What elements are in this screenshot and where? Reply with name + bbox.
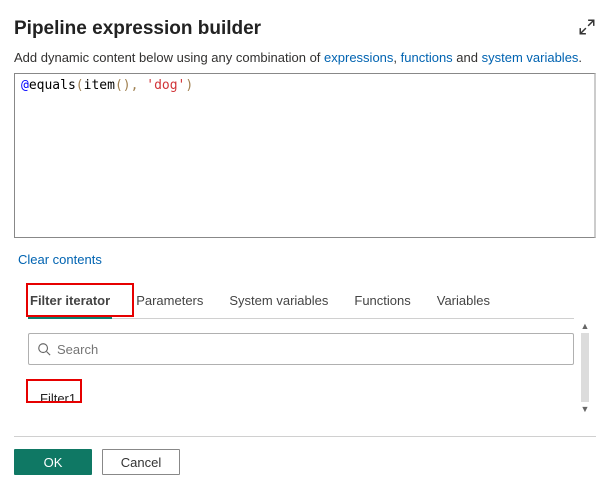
hint-prefix: Add dynamic content below using any comb…: [14, 50, 324, 65]
expression-editor[interactable]: @equals(item(), 'dog'): [14, 73, 596, 238]
hint-end: .: [578, 50, 582, 65]
expand-icon[interactable]: [578, 18, 596, 36]
link-system-variables[interactable]: system variables: [482, 50, 579, 65]
tab-filter-iterator[interactable]: Filter iterator: [28, 285, 112, 318]
filter-item-filter1[interactable]: Filter1: [32, 387, 84, 410]
link-expressions[interactable]: expressions: [324, 50, 393, 65]
scrollbar[interactable]: ▲ ▼: [578, 321, 592, 414]
tab-variables[interactable]: Variables: [435, 285, 492, 318]
search-box[interactable]: [28, 333, 574, 365]
code-line: @equals(item(), 'dog'): [21, 78, 588, 93]
clear-contents-link[interactable]: Clear contents: [18, 252, 102, 267]
search-input[interactable]: [57, 342, 565, 357]
tab-functions[interactable]: Functions: [352, 285, 412, 318]
page-title: Pipeline expression builder: [14, 18, 261, 40]
link-functions[interactable]: functions: [401, 50, 453, 65]
scroll-up-icon[interactable]: ▲: [581, 321, 590, 331]
hint-and: and: [453, 50, 482, 65]
search-icon: [37, 342, 51, 356]
scroll-track[interactable]: [581, 333, 589, 402]
tab-parameters[interactable]: Parameters: [134, 285, 205, 318]
tab-system-variables[interactable]: System variables: [227, 285, 330, 318]
tabs: Filter iterator Parameters System variab…: [28, 285, 574, 319]
hint-text: Add dynamic content below using any comb…: [14, 50, 596, 65]
cancel-button[interactable]: Cancel: [102, 449, 180, 475]
scroll-down-icon[interactable]: ▼: [581, 404, 590, 414]
ok-button[interactable]: OK: [14, 449, 92, 475]
divider: [14, 436, 596, 437]
